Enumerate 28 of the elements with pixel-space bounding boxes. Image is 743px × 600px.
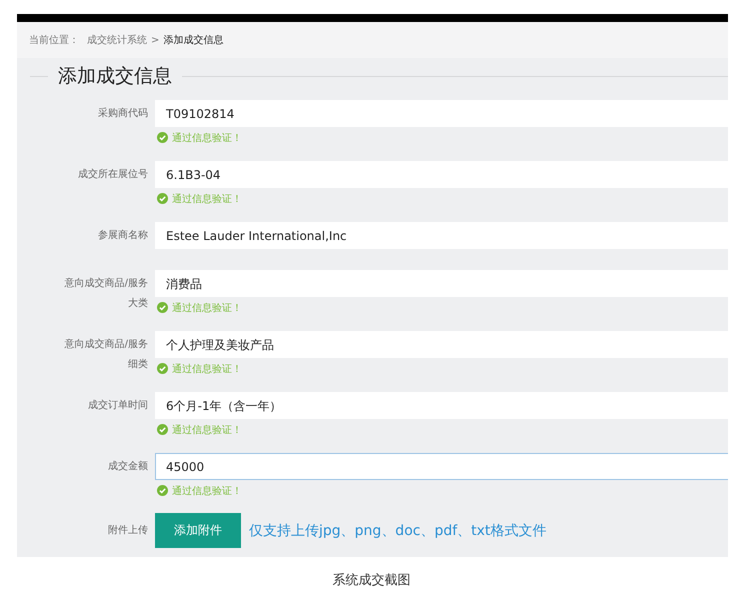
validation-message: 通过信息验证！ <box>172 484 242 498</box>
field-label: 参展商名称 <box>97 228 148 243</box>
breadcrumb-label: 当前位置： <box>29 34 79 47</box>
field-label: 成交金额 <box>107 460 148 474</box>
input-field[interactable]: 6个月-1年（含一年） <box>155 392 728 419</box>
breadcrumb-separator: > <box>151 34 160 46</box>
validation-message: 通过信息验证！ <box>172 362 242 376</box>
input-field[interactable]: 45000 <box>155 453 728 480</box>
input-field[interactable]: T09102814 <box>155 100 728 127</box>
field-label: 采购商代码 <box>97 106 148 121</box>
field-label: 意向成交商品/服务大类 <box>64 276 148 311</box>
form-title: 添加成交信息 <box>58 64 172 89</box>
breadcrumb-link[interactable]: 成交统计系统 <box>87 33 147 47</box>
field-label: 成交所在展位号 <box>77 168 148 182</box>
caption: 系统成交截图 <box>332 572 412 589</box>
field-label: 意向成交商品/服务细类 <box>64 338 148 372</box>
field-label: 附件上传 <box>107 524 148 538</box>
field-label: 成交订单时间 <box>87 398 148 413</box>
input-field[interactable]: 个人护理及美妆产品 <box>155 331 728 358</box>
upload-hint: 仅支持上传jpg、png、doc、pdf、txt格式文件 <box>249 522 546 540</box>
input-field[interactable]: Estee Lauder International,Inc <box>155 222 728 249</box>
input-field[interactable]: 消费品 <box>155 270 728 297</box>
validation-message: 通过信息验证！ <box>172 302 242 314</box>
validation-message: 通过信息验证！ <box>172 424 242 436</box>
validation-message: 通过信息验证！ <box>172 192 242 206</box>
validation-message: 通过信息验证！ <box>172 132 242 144</box>
breadcrumb-current: 添加成交信息 <box>163 34 224 47</box>
input-field[interactable]: 6.1B3-04 <box>155 161 728 188</box>
